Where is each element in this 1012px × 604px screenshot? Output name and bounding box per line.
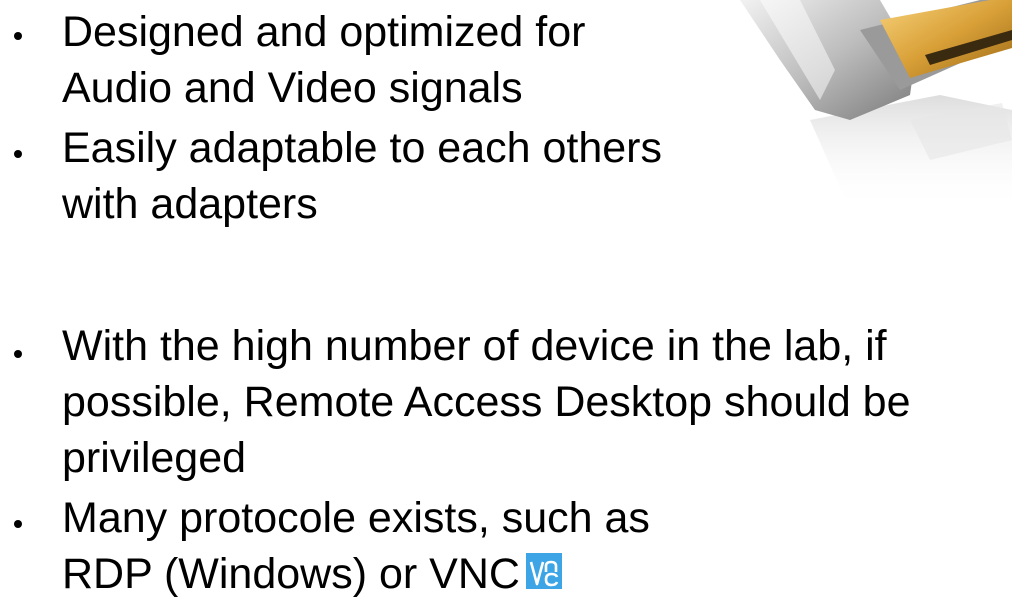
bullet-dot-icon	[14, 520, 22, 528]
bullet-line: Easily adaptable to each others	[62, 124, 663, 172]
bullet-line: privileged	[62, 434, 247, 482]
bullet-line: with adapters	[62, 180, 318, 228]
bullet-dot-icon	[14, 150, 22, 158]
bullet-line: RDP (Windows) or VNC	[62, 550, 562, 598]
slide: Designed and optimized for Audio and Vid…	[0, 0, 1012, 604]
bullet-line: Designed and optimized for	[62, 8, 586, 56]
bullet-line-text: RDP (Windows) or VNC	[62, 550, 520, 598]
bullet-line: Many protocole exists, such as	[62, 494, 650, 542]
bullet-line: Audio and Video signals	[62, 64, 523, 112]
displayport-connector-image	[740, 0, 1012, 210]
bullet-line: possible, Remote Access Desktop should b…	[62, 378, 911, 426]
bullet-dot-icon	[14, 350, 22, 358]
vnc-logo-icon	[525, 553, 562, 589]
bullet-dot-icon	[14, 32, 22, 40]
bullet-line: With the high number of device in the la…	[62, 322, 887, 370]
